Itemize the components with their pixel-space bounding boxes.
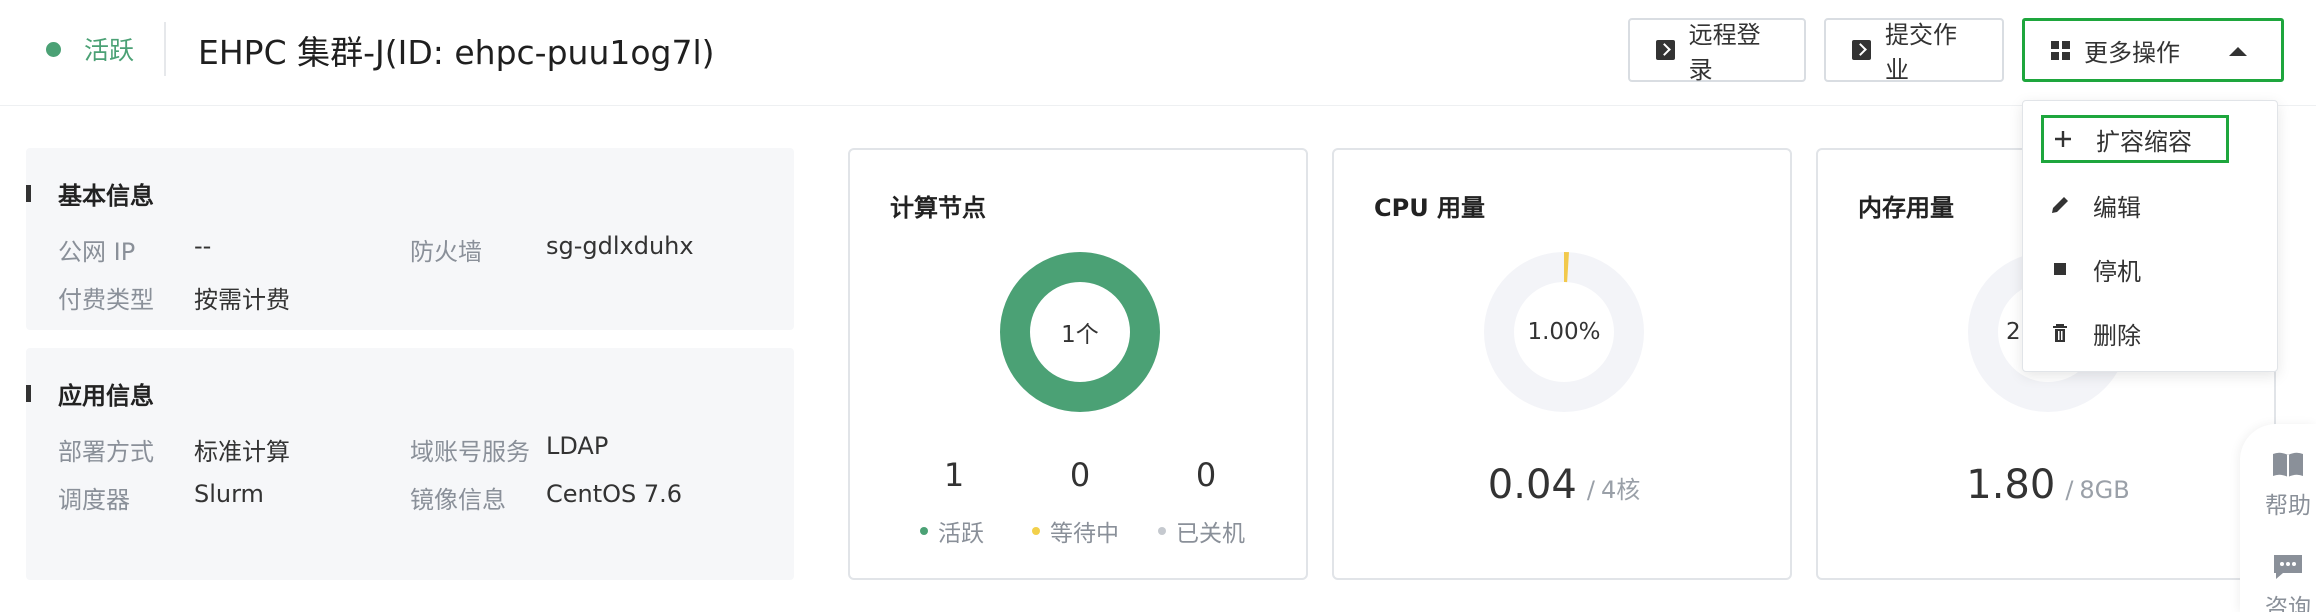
trash-icon (2049, 322, 2071, 344)
compute-nodes-donut: 1个 (1000, 252, 1160, 412)
app-info-title: 应用信息 (58, 382, 154, 410)
terminal-icon (1852, 40, 1871, 60)
legend-dot-waiting (1032, 527, 1040, 535)
pencil-icon (2049, 194, 2071, 216)
donut-center-label: 1个 (1061, 322, 1099, 348)
deploy-label: 部署方式 (58, 438, 154, 466)
remote-login-label: 远程登录 (1688, 21, 1761, 84)
status-badge: 活跃 (84, 36, 135, 65)
chat-icon (2274, 555, 2302, 579)
caret-up-icon (2229, 47, 2247, 56)
consult-button[interactable]: 咨询 (2258, 552, 2316, 612)
public-ip-value: -- (194, 232, 212, 260)
cpu-donut: 1.00% (1484, 252, 1644, 412)
menu-item-label: 编辑 (2093, 193, 2141, 222)
more-actions-button[interactable]: 更多操作 (2022, 18, 2284, 82)
consult-label: 咨询 (2265, 595, 2311, 612)
header-divider (164, 22, 166, 76)
legend-waiting: 等待中 (1032, 514, 1119, 548)
menu-item-label: 扩容缩容 (2096, 127, 2192, 156)
image-value: CentOS 7.6 (546, 480, 683, 508)
cluster-detail-page: 活跃 EHPC 集群-J(ID: ehpc-puu1og7l) 远程登录 提交作… (0, 0, 2316, 612)
domain-service-label: 域账号服务 (410, 438, 530, 466)
image-label: 镜像信息 (410, 486, 506, 514)
active-count: 1 (943, 456, 965, 494)
menu-item-scale[interactable]: 扩容缩容 (2041, 115, 2229, 163)
legend-waiting-label: 等待中 (1050, 521, 1119, 547)
compute-nodes-card: 计算节点 1个 1 0 0 活跃 等待中 已关机 (848, 148, 1308, 580)
page-header: 活跃 EHPC 集群-J(ID: ehpc-puu1og7l) 远程登录 提交作… (0, 0, 2316, 106)
menu-item-stop[interactable]: 停机 (2041, 245, 2141, 293)
app-info-card: 应用信息 部署方式 标准计算 域账号服务 LDAP 调度器 Slurm 镜像信息… (26, 348, 794, 580)
submit-job-button[interactable]: 提交作业 (1824, 18, 2004, 84)
legend-stopped-label: 已关机 (1176, 521, 1245, 547)
legend-dot-stopped (1158, 527, 1166, 535)
cpu-usage-card: CPU 用量 1.00% 0.04 /4核 (1332, 148, 1792, 580)
grid-icon (2051, 40, 2070, 60)
separator: / (2065, 476, 2074, 504)
section-marker (26, 385, 31, 402)
side-float-panel: 帮助 咨询 (2240, 424, 2316, 612)
book-icon (2273, 452, 2303, 477)
section-marker (26, 185, 31, 202)
separator: / (1586, 476, 1595, 504)
public-ip-label: 公网 IP (58, 238, 136, 266)
stopped-count: 0 (1195, 456, 1217, 494)
memory-usage-summary: 1.80 /8GB (1818, 462, 2278, 508)
menu-item-label: 停机 (2093, 257, 2141, 286)
basic-info-card: 基本信息 公网 IP -- 防火墙 sg-gdlxduhx 付费类型 按需计费 (26, 148, 794, 330)
menu-item-delete[interactable]: 删除 (2041, 309, 2141, 357)
help-button[interactable]: 帮助 (2258, 450, 2316, 520)
stop-icon (2049, 258, 2071, 280)
memory-total-value: 8GB (2079, 476, 2130, 504)
firewall-label: 防火墙 (410, 238, 482, 266)
scheduler-value: Slurm (194, 480, 264, 508)
memory-used-value: 1.80 (1966, 462, 2056, 508)
page-title: EHPC 集群-J(ID: ehpc-puu1og7l) (198, 33, 715, 72)
billing-value: 按需计费 (194, 286, 290, 314)
compute-nodes-title: 计算节点 (890, 194, 986, 222)
remote-login-button[interactable]: 远程登录 (1628, 18, 1806, 84)
legend-active: 活跃 (920, 514, 984, 548)
deploy-value: 标准计算 (194, 438, 290, 466)
more-actions-dropdown: 扩容缩容 编辑 停机 删除 (2022, 100, 2278, 372)
legend-dot-active (920, 527, 928, 535)
memory-usage-title: 内存用量 (1858, 194, 1954, 222)
cpu-used-value: 0.04 (1487, 462, 1577, 508)
billing-label: 付费类型 (58, 286, 154, 314)
cpu-total-value: 4核 (1600, 476, 1641, 504)
menu-item-edit[interactable]: 编辑 (2041, 181, 2141, 229)
help-label: 帮助 (2265, 493, 2311, 519)
basic-info-title: 基本信息 (58, 182, 154, 210)
cpu-center-label: 1.00% (1527, 319, 1601, 345)
cpu-usage-summary: 0.04 /4核 (1334, 462, 1794, 508)
legend-active-label: 活跃 (938, 521, 984, 547)
cpu-usage-title: CPU 用量 (1374, 194, 1486, 222)
menu-item-label: 删除 (2093, 321, 2141, 350)
more-actions-label: 更多操作 (2084, 38, 2180, 67)
plus-icon (2052, 128, 2074, 150)
status-dot (46, 42, 61, 57)
waiting-count: 0 (1069, 456, 1091, 494)
terminal-icon (1656, 40, 1675, 60)
submit-job-label: 提交作业 (1884, 21, 1957, 84)
domain-service-value: LDAP (546, 432, 609, 460)
firewall-value[interactable]: sg-gdlxduhx (546, 232, 694, 260)
scheduler-label: 调度器 (58, 486, 130, 514)
legend-stopped: 已关机 (1158, 514, 1245, 548)
